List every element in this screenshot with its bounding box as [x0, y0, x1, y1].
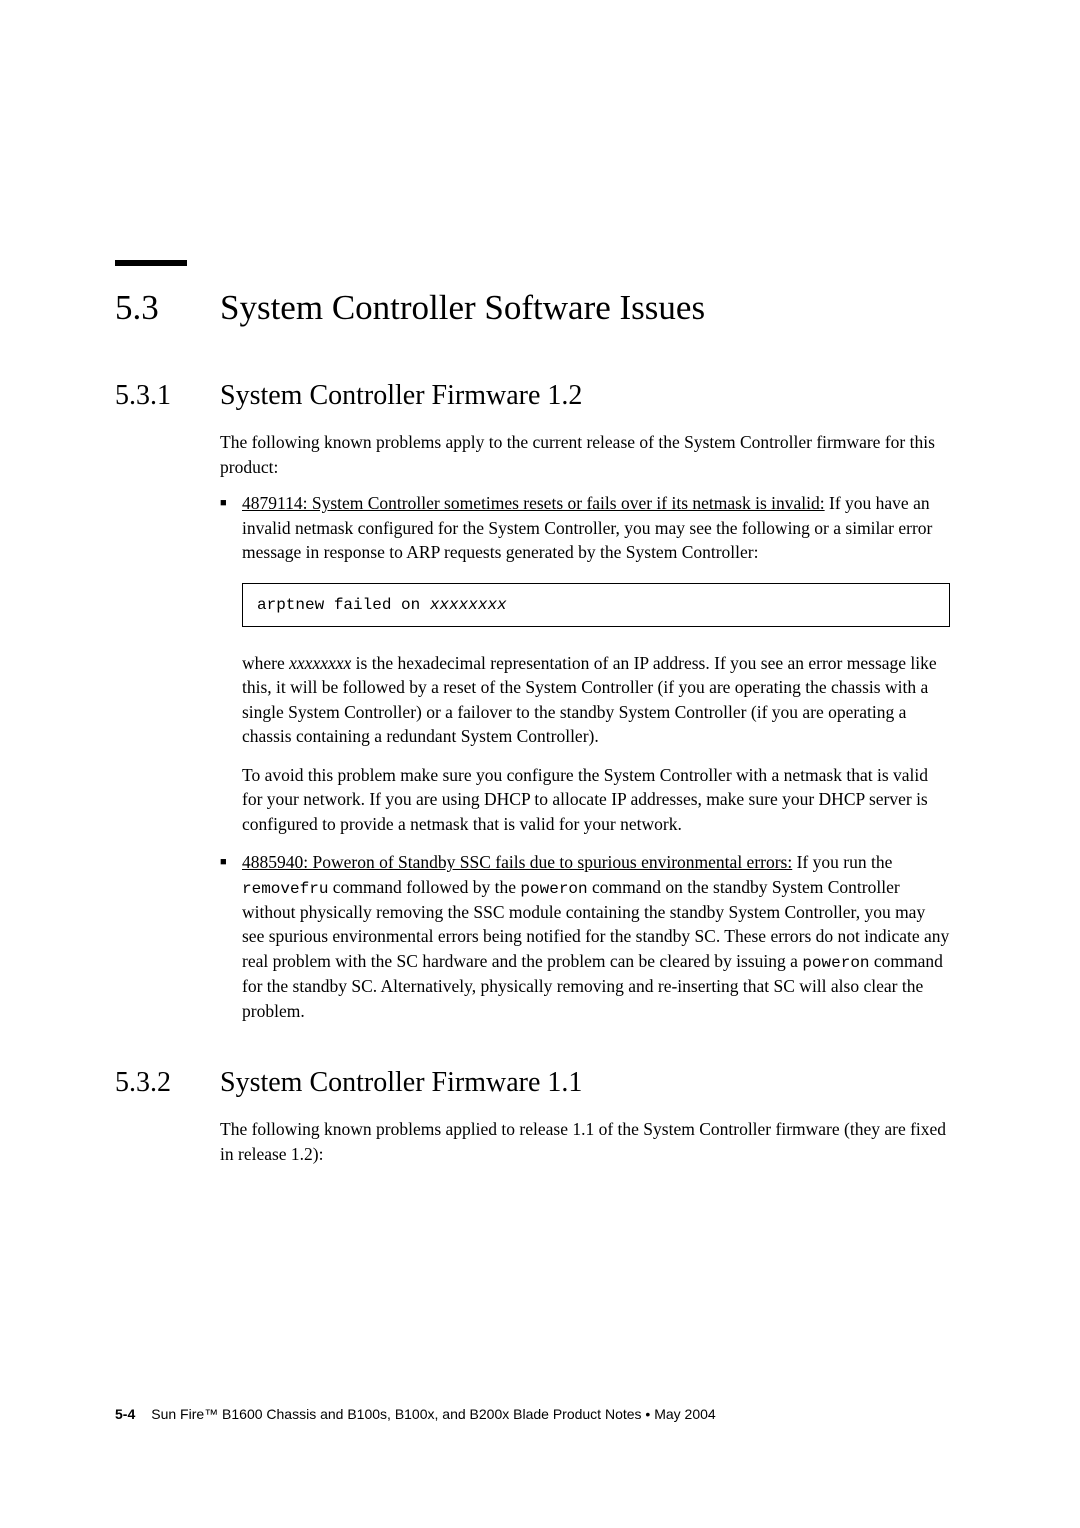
- section-rule: [115, 260, 187, 266]
- subsection-number: 5.3.1: [115, 380, 220, 412]
- bug-link-4885940[interactable]: 4885940: Poweron of Standby SSC fails du…: [242, 852, 792, 872]
- bullet-item-4885940: ■ 4885940: Poweron of Standby SSC fails …: [220, 850, 950, 1023]
- code-block: arptnew failed on xxxxxxxx: [242, 583, 950, 627]
- text-fragment: If you run the: [792, 852, 892, 872]
- intro-paragraph-532: The following known problems applied to …: [220, 1117, 950, 1166]
- section-title: System Controller Software Issues: [220, 288, 705, 328]
- command-removefru: removefru: [242, 880, 328, 898]
- section-heading: 5.3 System Controller Software Issues: [115, 288, 950, 328]
- explanation-paragraph-1: where xxxxxxxx is the hexadecimal repres…: [242, 651, 950, 749]
- subsection-title: System Controller Firmware 1.1: [220, 1067, 582, 1099]
- bullet-content: 4879114: System Controller sometimes res…: [242, 491, 950, 565]
- subsection-heading-532: 5.3.2 System Controller Firmware 1.1: [115, 1067, 950, 1099]
- subsection-heading-531: 5.3.1 System Controller Firmware 1.2: [115, 380, 950, 412]
- code-variable: xxxxxxxx: [430, 596, 507, 614]
- command-poweron: poweron: [802, 954, 869, 972]
- intro-paragraph-531: The following known problems apply to th…: [220, 430, 950, 479]
- command-poweron: poweron: [520, 880, 587, 898]
- section-number: 5.3: [115, 288, 220, 328]
- bullet-marker-icon: ■: [220, 491, 242, 565]
- page-footer: 5-4 Sun Fire™ B1600 Chassis and B100s, B1…: [115, 1406, 716, 1422]
- bug-link-4879114[interactable]: 4879114: System Controller sometimes res…: [242, 493, 825, 513]
- bullet-content: 4885940: Poweron of Standby SSC fails du…: [242, 850, 950, 1023]
- text-fragment: command followed by the: [328, 877, 520, 897]
- subsection-number: 5.3.2: [115, 1067, 220, 1099]
- inline-variable: xxxxxxxx: [289, 653, 351, 673]
- code-text: arptnew failed on: [257, 596, 430, 614]
- text-fragment: where: [242, 653, 289, 673]
- footer-text: Sun Fire™ B1600 Chassis and B100s, B100x…: [151, 1406, 715, 1422]
- subsection-title: System Controller Firmware 1.2: [220, 380, 582, 412]
- explanation-paragraph-2: To avoid this problem make sure you conf…: [242, 763, 950, 837]
- page-number: 5-4: [115, 1406, 135, 1422]
- bullet-item-4879114: ■ 4879114: System Controller sometimes r…: [220, 491, 950, 565]
- bullet-marker-icon: ■: [220, 850, 242, 1023]
